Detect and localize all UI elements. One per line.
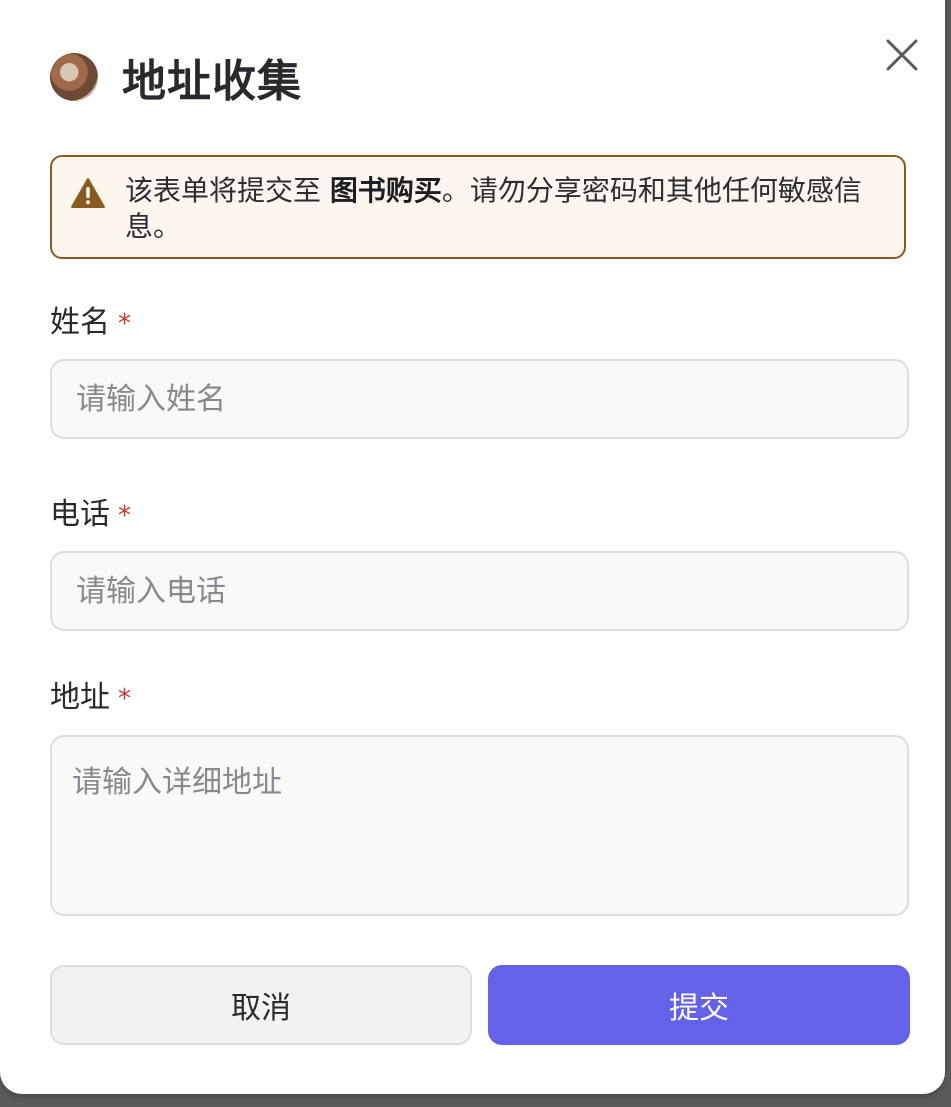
dialog-title: 地址收集 (122, 56, 302, 107)
warning-text: 该表单将提交至 图书购买。请勿分享密码和其他任何敏感信息。 (125, 173, 885, 245)
required-mark: * (118, 684, 131, 714)
address-label-text: 地址 (50, 680, 110, 715)
warning-icon (71, 178, 105, 208)
address-label: 地址 * (50, 680, 131, 717)
close-button[interactable] (880, 33, 924, 77)
warning-text-before: 该表单将提交至 (125, 174, 330, 207)
required-mark: * (118, 501, 131, 531)
dialog-header: 地址收集 (50, 52, 302, 107)
name-label: 姓名 * (50, 305, 131, 342)
avatar (50, 53, 98, 101)
security-warning-banner: 该表单将提交至 图书购买。请勿分享密码和其他任何敏感信息。 (50, 155, 906, 259)
close-icon (886, 39, 918, 71)
phone-input[interactable] (50, 551, 909, 631)
cancel-button[interactable]: 取消 (50, 965, 472, 1045)
address-textarea[interactable] (50, 735, 909, 916)
target-app-name: 图书购买 (329, 174, 442, 207)
address-collection-dialog: 地址收集 该表单将提交至 图书购买。请勿分享密码和其他任何敏感信息。 姓名 * 电… (0, 0, 945, 1094)
name-input[interactable] (50, 359, 909, 439)
required-mark: * (118, 309, 131, 339)
name-label-text: 姓名 (50, 305, 110, 340)
phone-label-text: 电话 (50, 497, 110, 532)
phone-label: 电话 * (50, 497, 131, 534)
submit-button[interactable]: 提交 (488, 965, 910, 1045)
